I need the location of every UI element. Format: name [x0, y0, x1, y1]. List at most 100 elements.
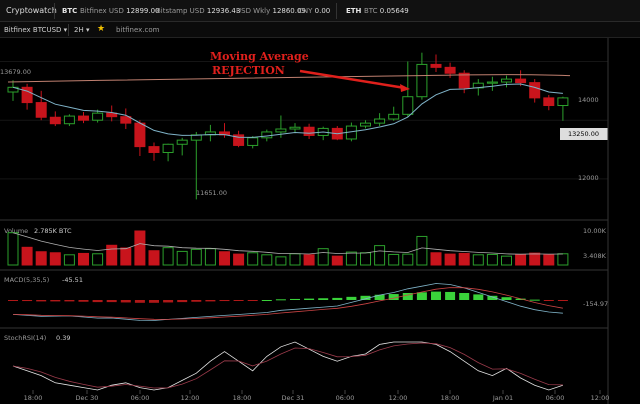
candle-down — [529, 82, 541, 99]
exchange-name: USD Wkly — [236, 7, 271, 15]
candle-down — [35, 102, 47, 118]
divider — [68, 24, 69, 36]
macd-bar — [318, 298, 329, 300]
candle-down — [444, 66, 456, 74]
macd-bar — [36, 300, 47, 302]
volume-bar — [219, 251, 230, 266]
volume-bar — [374, 245, 386, 266]
ma-fast-line — [12, 83, 563, 138]
candle-down — [458, 72, 470, 89]
annotation-line2: REJECTION — [212, 64, 285, 77]
price-weekly[interactable]: USD Wkly 12860.09 — [236, 7, 306, 15]
price-axis-14000: 14000 — [578, 96, 599, 104]
macd-histogram — [8, 291, 568, 303]
volume-bar — [444, 253, 456, 266]
exchange-name: Bitstamp — [156, 7, 188, 15]
macd-bar — [374, 294, 385, 300]
macd-bar — [290, 298, 300, 300]
chevron-down-icon: ▾ — [85, 26, 90, 34]
ma-slow-line — [7, 74, 571, 83]
candle-up — [162, 143, 174, 153]
macd-bar — [473, 294, 484, 300]
volume-bar — [92, 253, 104, 266]
volume-bar — [247, 252, 259, 266]
candle-up — [402, 96, 414, 115]
macd-bar — [529, 299, 540, 301]
macd-bar — [332, 297, 343, 300]
macd-bar — [106, 300, 117, 303]
currency: USD — [189, 7, 205, 15]
market-name: Bitfinex BTCUSD — [4, 26, 62, 34]
price-eth[interactable]: BTC 0.05649 — [364, 7, 409, 15]
macd-bar — [445, 291, 456, 300]
candle-up — [92, 112, 104, 121]
volume-bar — [35, 251, 47, 266]
volume-bar — [486, 253, 498, 266]
macd-bar — [247, 300, 258, 301]
eth-label[interactable]: ETH — [346, 7, 361, 15]
annotation-line1: Moving Average — [210, 50, 309, 63]
volume-bar — [515, 254, 527, 266]
time-label: 12:00 — [591, 394, 610, 402]
price-bitfinex[interactable]: Bitfinex USD 12899.00 — [80, 7, 160, 15]
price-bitstamp[interactable]: Bitstamp USD 12936.43 — [156, 7, 240, 15]
volume-bar — [204, 248, 216, 266]
chart-toolbar: Bitfinex BTCUSD ▾ 2H ▾ ★ bitfinex.com — [0, 22, 640, 38]
candle-up — [275, 128, 287, 133]
macd-bar — [50, 300, 61, 302]
ticker-bar: Cryptowatch BTC Bitfinex USD 12899.00 Bi… — [0, 0, 640, 22]
volume-bar — [261, 254, 273, 266]
volume-bar — [120, 247, 132, 266]
candle-down — [78, 115, 89, 121]
period-selector[interactable]: 2H ▾ — [74, 26, 89, 34]
currency: USD — [108, 7, 124, 15]
volume-bar — [148, 250, 160, 266]
low-label: 11651.00 — [196, 189, 227, 197]
macd-bar — [78, 300, 89, 302]
macd-value: -45.51 — [62, 276, 83, 284]
volume-bar — [78, 252, 89, 266]
star-icon[interactable]: ★ — [97, 24, 105, 34]
candle-up — [557, 97, 569, 107]
price-value: 0.05649 — [379, 7, 409, 15]
volume-axis-max: 10.00K — [583, 227, 607, 235]
macd-bar — [163, 300, 174, 303]
candle-up — [247, 137, 259, 146]
macd-bar — [416, 292, 427, 300]
stochrsi-k-line — [12, 341, 564, 391]
price-axis-12000: 12000 — [578, 174, 599, 182]
macd-title: MACD(5,35,5) — [4, 276, 49, 284]
macd-bar — [191, 300, 202, 302]
rsi-value: 0.39 — [56, 334, 70, 342]
candle-up — [261, 131, 273, 139]
candle-up — [501, 78, 512, 83]
volume-bar — [360, 252, 371, 266]
stochrsi-d-line — [12, 342, 563, 389]
period-value: 2H — [74, 26, 84, 34]
volume-bar — [106, 244, 118, 266]
macd-bar — [205, 300, 216, 302]
btc-label[interactable]: BTC — [62, 7, 77, 15]
candle-up — [388, 113, 400, 120]
market-selector[interactable]: Bitfinex BTCUSD ▾ — [4, 26, 67, 34]
volume-bar — [416, 235, 428, 266]
price-value: 12899.00 — [126, 7, 160, 15]
candle-up — [416, 63, 428, 98]
time-label: 12:00 — [389, 394, 408, 402]
candle-up — [360, 122, 371, 127]
macd-bar — [261, 300, 272, 301]
volume-ma-line — [12, 232, 563, 255]
site-link[interactable]: bitfinex.com — [116, 26, 159, 34]
volume-bar — [134, 230, 146, 266]
chart-canvas[interactable]: 13679.00 11651.00 14000 13250.00 12000 M… — [0, 38, 640, 404]
volume-bar — [501, 255, 512, 266]
time-label: 06:00 — [546, 394, 565, 402]
volume-value: 2.785K BTC — [34, 227, 72, 235]
volume-bar — [402, 253, 414, 266]
volume-bar — [557, 253, 569, 266]
high-label: 13679.00 — [0, 68, 31, 76]
macd-bar — [501, 297, 512, 300]
app-brand[interactable]: Cryptowatch — [6, 6, 57, 15]
price-cny[interactable]: CNY 0.00 — [298, 7, 330, 15]
macd-bar — [459, 293, 470, 300]
